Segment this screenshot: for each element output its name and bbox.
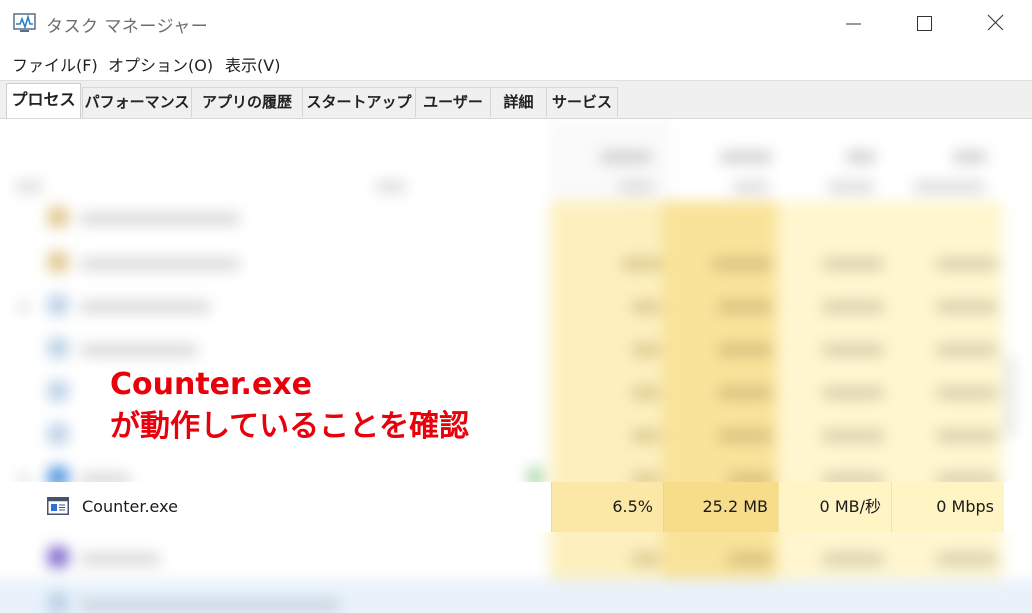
maximize-icon	[917, 16, 932, 31]
blur-block	[48, 295, 68, 315]
blur-block	[733, 181, 769, 193]
menu-options[interactable]: オプション(O)	[108, 52, 213, 76]
task-manager-icon	[13, 13, 36, 32]
blur-block	[822, 430, 884, 442]
blur-block	[936, 344, 998, 356]
blur-block	[822, 301, 884, 313]
process-name: Counter.exe	[82, 497, 178, 516]
blur-block	[48, 252, 68, 272]
tab-startup[interactable]: スタートアップ	[302, 87, 416, 117]
annotation-line-2: が動作していることを確認	[110, 409, 470, 444]
blur-block	[936, 430, 998, 442]
menu-view[interactable]: 表示(V)	[225, 52, 280, 76]
minimize-button[interactable]	[820, 0, 890, 46]
blur-block	[822, 258, 884, 270]
blur-block	[0, 328, 1032, 368]
blur-block	[936, 387, 998, 399]
tab-details[interactable]: 詳細	[490, 87, 547, 117]
blur-block	[718, 387, 772, 399]
blur-block	[828, 181, 874, 193]
blur-block	[953, 151, 987, 163]
blur-block	[80, 553, 160, 565]
blur-block	[822, 344, 884, 356]
blur-block	[16, 181, 42, 193]
window-title: タスク マネージャー	[46, 17, 209, 37]
blur-block	[48, 338, 68, 358]
blur-block	[720, 151, 772, 163]
blur-block	[48, 593, 68, 613]
blur-block	[0, 537, 1032, 577]
blur-block	[632, 430, 660, 442]
blur-block	[718, 344, 772, 356]
tab-processes[interactable]: プロセス	[6, 83, 81, 118]
blur-block	[936, 301, 998, 313]
blur-block	[80, 213, 240, 225]
blur-block	[632, 553, 660, 565]
blur-block	[48, 381, 68, 401]
blur-block	[718, 430, 772, 442]
blur-block	[936, 553, 998, 565]
blur-block	[718, 301, 772, 313]
blur-block	[632, 301, 660, 313]
blur-block	[618, 181, 654, 193]
blur-block	[80, 258, 240, 270]
annotation-line-1: Counter.exe	[110, 367, 312, 402]
tab-app-history[interactable]: アプリの履歴	[191, 87, 303, 117]
close-button[interactable]	[959, 0, 1029, 46]
minimize-icon	[846, 23, 861, 25]
blur-block	[80, 301, 210, 313]
memory-cell: 25.2 MB	[663, 482, 778, 532]
blur-block	[0, 285, 1032, 325]
window-app-icon	[47, 497, 69, 515]
blur-block	[728, 553, 772, 565]
blur-block	[622, 258, 662, 270]
blur-block	[0, 199, 1032, 239]
blur-block	[712, 258, 772, 270]
cpu-cell: 6.5%	[551, 482, 663, 532]
disk-cell: 0 MB/秒	[778, 482, 891, 532]
column-header	[0, 119, 1032, 201]
annotation-text: Counter.exe が動作していることを確認	[110, 364, 469, 448]
blur-block	[0, 242, 1032, 282]
blur-block	[913, 181, 985, 193]
network-cell: 0 Mbps	[891, 482, 1004, 532]
close-icon	[987, 14, 1004, 31]
blur-block	[936, 258, 998, 270]
title-bar: タスク マネージャー	[0, 0, 1032, 46]
maximize-button[interactable]	[889, 0, 959, 46]
blur-block	[80, 344, 198, 356]
blur-block	[376, 181, 406, 193]
blur-block	[632, 344, 660, 356]
menu-file[interactable]: ファイル(F)	[12, 52, 98, 76]
menu-bar: ファイル(F) オプション(O) 表示(V)	[0, 48, 1032, 78]
tab-services[interactable]: サービス	[546, 87, 618, 117]
blur-block	[632, 387, 660, 399]
blur-block	[20, 301, 28, 313]
blur-block	[846, 151, 876, 163]
tab-users[interactable]: ユーザー	[415, 87, 491, 117]
blur-block	[822, 387, 884, 399]
tab-performance[interactable]: パフォーマンス	[82, 87, 192, 117]
blur-block	[0, 579, 1032, 613]
blur-block	[48, 424, 68, 444]
tab-bar: プロセス パフォーマンス アプリの履歴 スタートアップ ユーザー 詳細 サービス	[0, 80, 1032, 119]
blur-block	[600, 151, 652, 163]
blur-block	[48, 207, 68, 227]
blur-block	[822, 553, 884, 565]
table-row[interactable]: Counter.exe 6.5% 25.2 MB 0 MB/秒 0 Mbps	[0, 482, 1032, 532]
blur-block	[48, 547, 68, 567]
blur-block	[80, 599, 340, 611]
